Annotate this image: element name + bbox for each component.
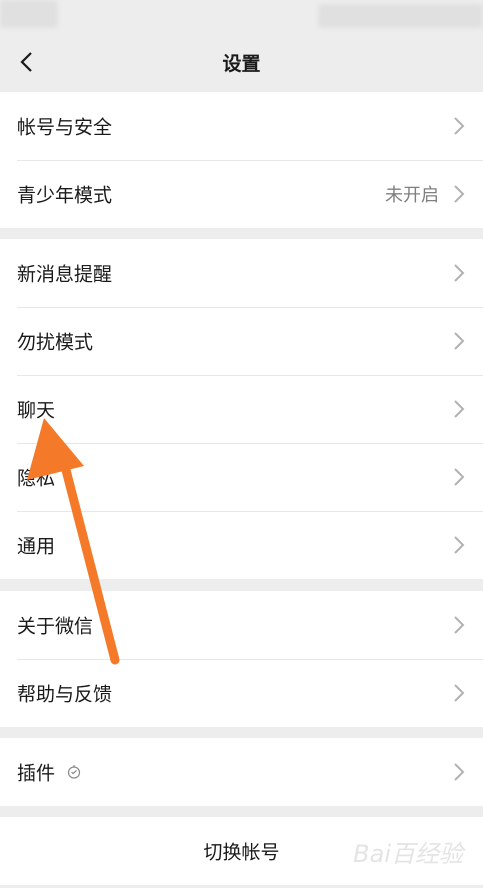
- row-label: 隐私: [17, 467, 56, 490]
- chevron-right-icon: [454, 400, 465, 418]
- row-value: 未开启: [385, 185, 439, 206]
- chevron-right-icon: [454, 185, 465, 203]
- row-label: 勿扰模式: [17, 331, 94, 354]
- chevron-right-icon: [454, 264, 465, 282]
- row-plugins[interactable]: 插件: [0, 738, 483, 806]
- blurred-status-right: [318, 4, 483, 28]
- row-help-feedback[interactable]: 帮助与反馈: [0, 659, 483, 727]
- row-new-message-notify[interactable]: 新消息提醒: [0, 239, 483, 307]
- chevron-right-icon: [454, 684, 465, 702]
- settings-group-about: 关于微信 帮助与反馈: [0, 591, 483, 727]
- settings-group-account: 帐号与安全 青少年模式 未开启: [0, 92, 483, 228]
- row-do-not-disturb[interactable]: 勿扰模式: [0, 307, 483, 375]
- chevron-right-icon: [454, 468, 465, 486]
- chevron-right-icon: [454, 763, 465, 781]
- row-label: 帮助与反馈: [17, 683, 113, 706]
- row-teen-mode[interactable]: 青少年模式 未开启: [0, 160, 483, 228]
- row-label: 关于微信: [17, 615, 94, 638]
- row-about-wechat[interactable]: 关于微信: [0, 591, 483, 659]
- row-label: 青少年模式: [17, 184, 113, 207]
- status-bar: [0, 0, 483, 34]
- nav-bar: 设置: [0, 34, 483, 91]
- row-chat[interactable]: 聊天: [0, 375, 483, 443]
- row-label: 新消息提醒: [17, 263, 113, 286]
- row-label: 插件: [17, 762, 56, 785]
- chevron-right-icon: [454, 117, 465, 135]
- settings-group-general: 新消息提醒 勿扰模式 聊天 隐私 通用: [0, 239, 483, 579]
- row-label: 帐号与安全: [17, 116, 113, 139]
- chevron-right-icon: [454, 536, 465, 554]
- plugin-icon: [67, 765, 81, 779]
- row-privacy[interactable]: 隐私: [0, 443, 483, 511]
- page-title: 设置: [222, 53, 261, 75]
- chevron-right-icon: [454, 332, 465, 350]
- row-label: 通用: [17, 535, 56, 558]
- settings-group-plugins: 插件: [0, 738, 483, 806]
- blurred-status-left: [0, 0, 58, 28]
- row-account-security[interactable]: 帐号与安全: [0, 92, 483, 160]
- watermark: Bai百经验: [353, 840, 463, 868]
- row-label: 聊天: [17, 399, 56, 422]
- row-general[interactable]: 通用: [0, 511, 483, 579]
- chevron-right-icon: [454, 616, 465, 634]
